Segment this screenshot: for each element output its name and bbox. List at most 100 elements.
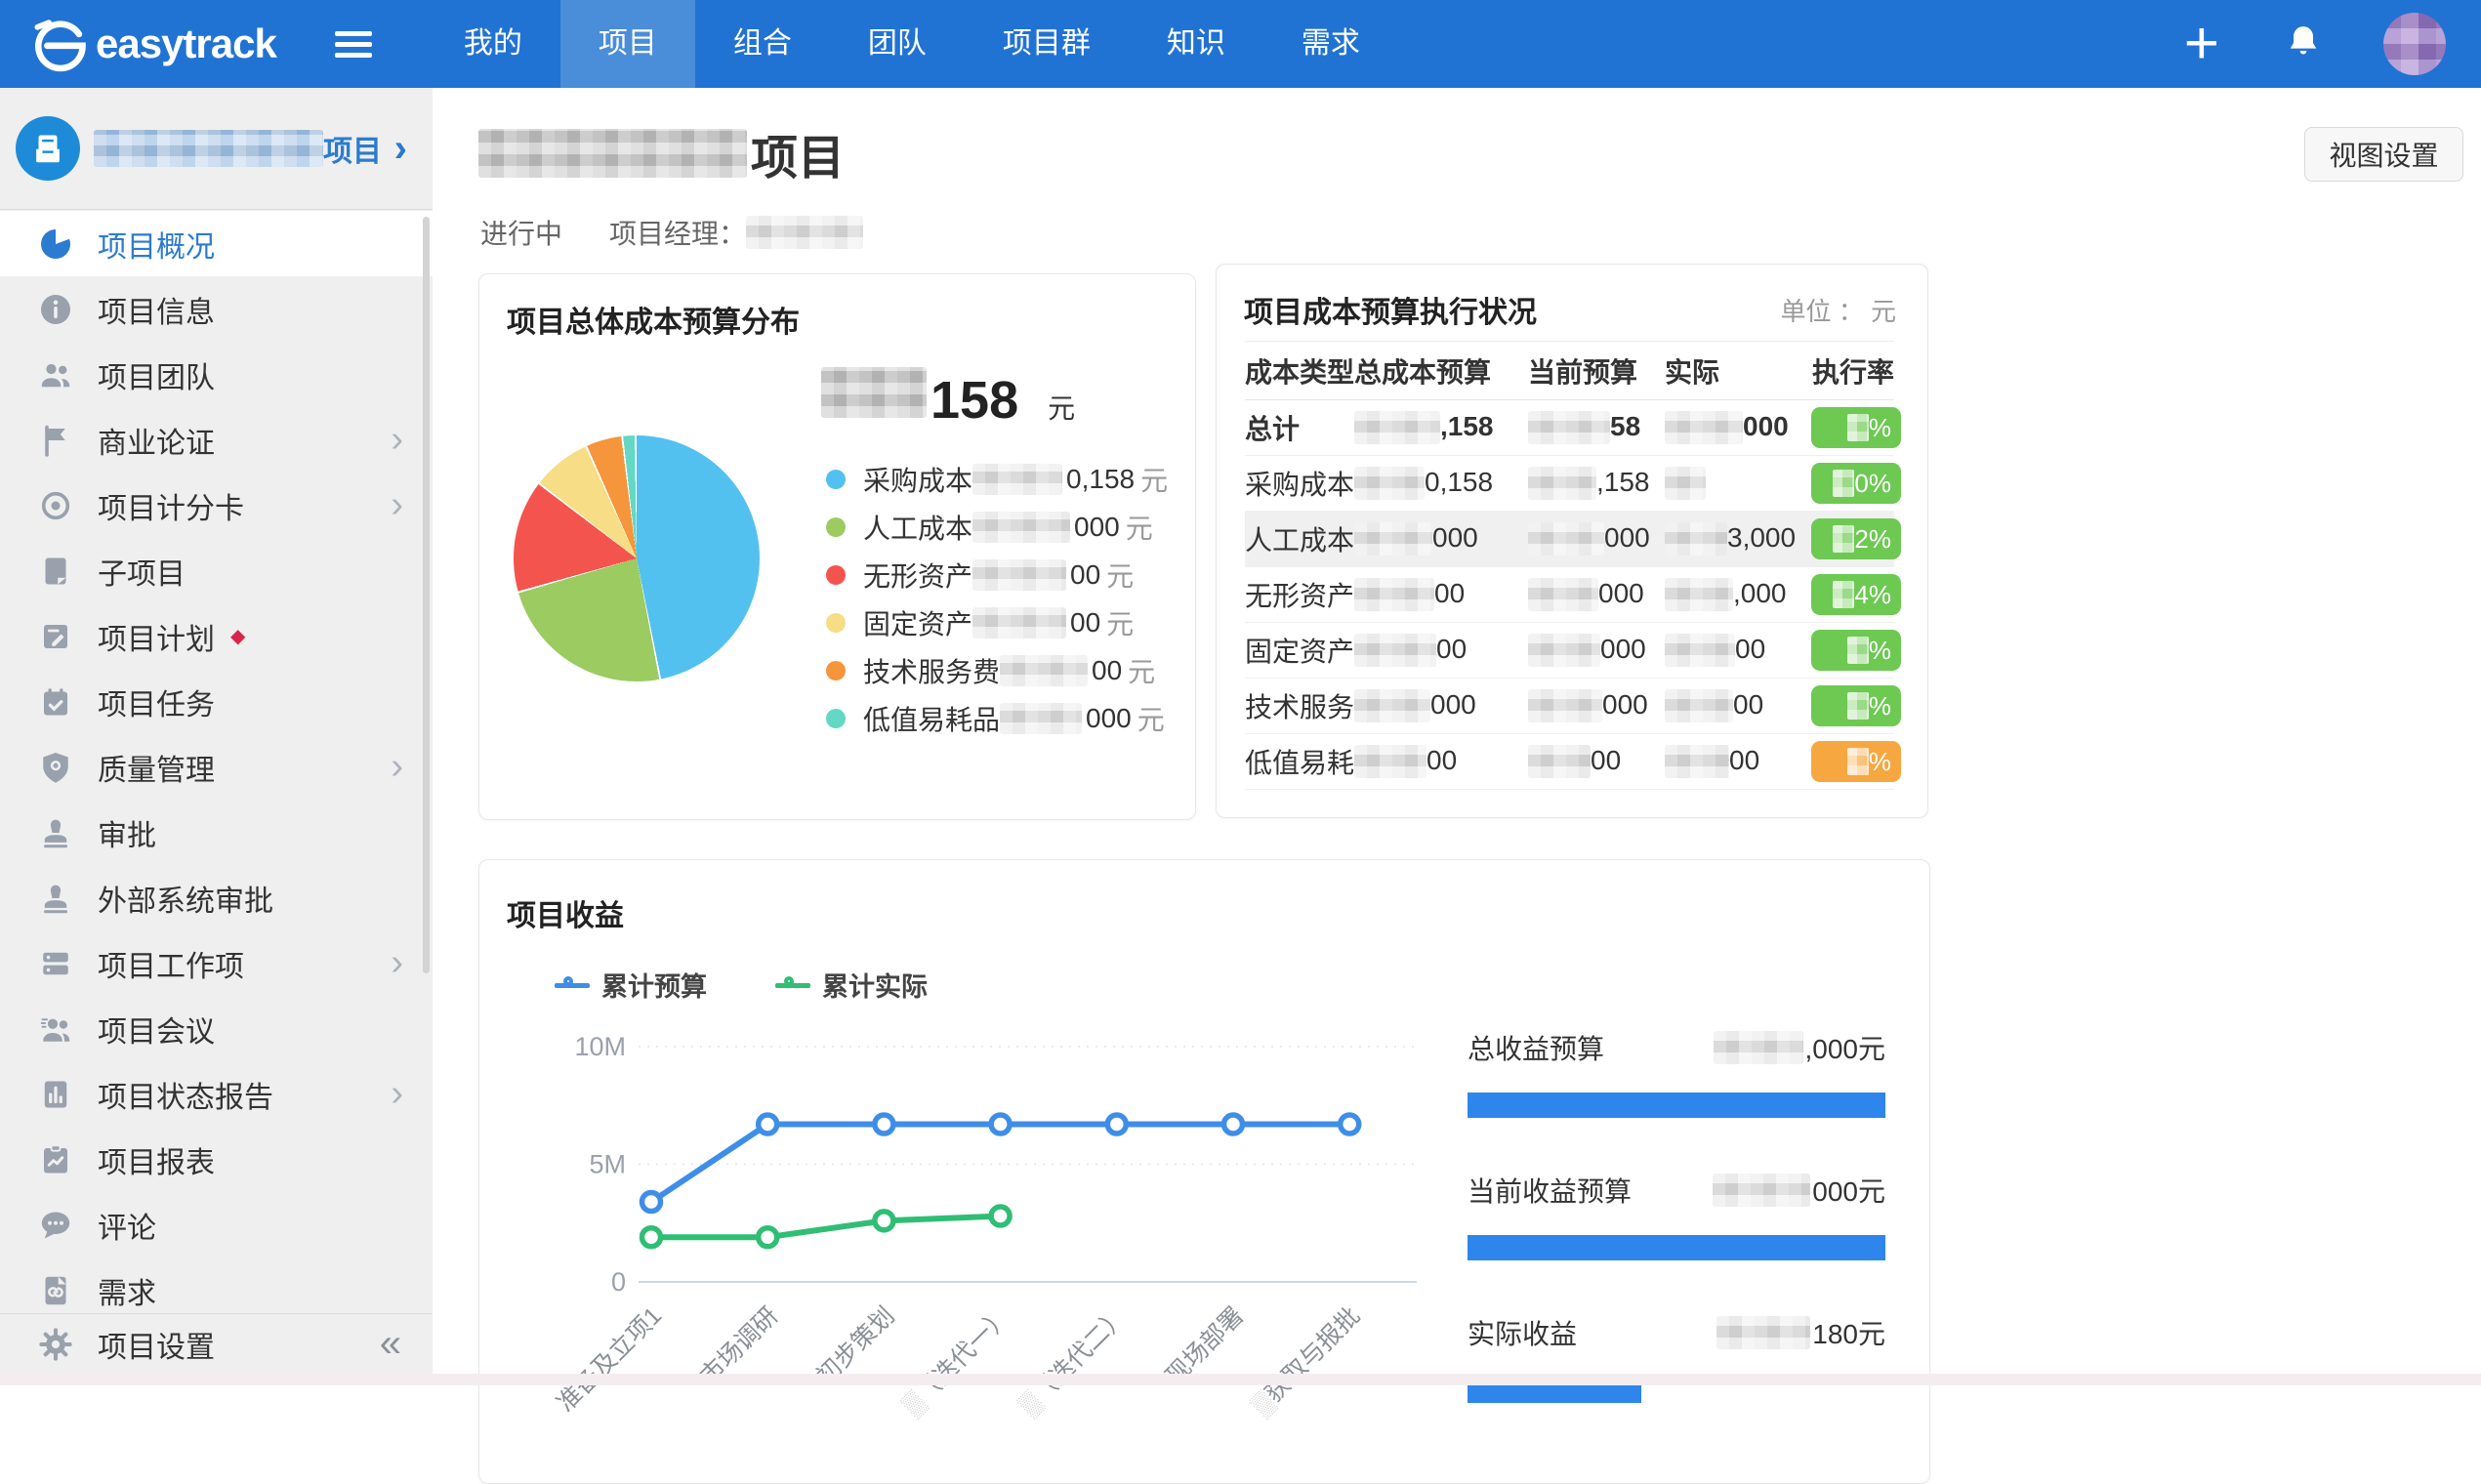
nav-tab-my[interactable]: 我的 xyxy=(426,0,560,88)
sidebar-item-scorecard[interactable]: 项目计分卡 › xyxy=(0,473,433,538)
notifications-bell-icon[interactable] xyxy=(2284,22,2323,66)
sidebar-item-workitems[interactable]: 项目工作项 › xyxy=(0,930,433,996)
table-row[interactable]: 采购成本 0,158 ,158 0% xyxy=(1245,456,1894,512)
sidebar-item-subproject[interactable]: 子项目 xyxy=(0,538,433,603)
cost-distribution-card: 项目总体成本预算分布 158 元 采购成本 0,158元 人工成本 000元 无… xyxy=(478,273,1196,820)
nav-tab-program[interactable]: 项目群 xyxy=(965,0,1129,88)
svg-text:▒（迭代一）: ▒（迭代一） xyxy=(898,1301,1016,1420)
status-badge: 进行中 xyxy=(480,213,562,252)
legend-item-actual[interactable]: 累计实际 xyxy=(775,966,928,1004)
chevron-right-icon: › xyxy=(391,419,403,461)
user-avatar[interactable] xyxy=(2383,13,2446,75)
nav-tab-knowledge[interactable]: 知识 xyxy=(1129,0,1263,88)
work-items-icon xyxy=(37,945,74,982)
execution-rate-badge: % xyxy=(1811,741,1901,782)
table-header-row: 成本类型 总成本预算 当前预算 实际 执行率 xyxy=(1245,342,1894,400)
project-expand-chevron-icon[interactable]: › xyxy=(394,127,407,171)
stat-current-income-budget: 当前收益预算 000元 xyxy=(1468,1171,1885,1260)
sidebar-item-comments[interactable]: 评论 xyxy=(0,1192,433,1257)
table-row[interactable]: 人工成本 000 000 3,000 2% xyxy=(1245,512,1894,567)
chevron-right-icon: › xyxy=(391,1073,403,1115)
chevron-right-icon: › xyxy=(391,942,403,984)
nav-tab-demand[interactable]: 需求 xyxy=(1263,0,1398,88)
sidebar-item-team[interactable]: 项目团队 xyxy=(0,342,433,407)
nav-tab-project[interactable]: 项目 xyxy=(560,0,695,88)
chevron-right-icon: › xyxy=(391,484,403,526)
shield-icon xyxy=(37,749,74,786)
execution-rate-badge: 4% xyxy=(1811,574,1901,615)
horizontal-scrollbar[interactable] xyxy=(0,1374,2481,1385)
sidebar-item-quality[interactable]: 质量管理 › xyxy=(0,734,433,800)
sidebar-item-status-report[interactable]: 项目状态报告 › xyxy=(0,1061,433,1127)
legend-item[interactable]: 采购成本 0,158元 xyxy=(826,455,1131,503)
legend-item[interactable]: 人工成本 000元 xyxy=(826,503,1131,551)
easytrack-logo-icon xyxy=(31,16,88,72)
sidebar-item-approval[interactable]: 审批 xyxy=(0,800,433,865)
legend-dot-icon xyxy=(826,709,846,728)
sidebar-item-reports[interactable]: 项目报表 xyxy=(0,1127,433,1192)
app-logo[interactable]: easytrack xyxy=(31,16,276,72)
menu-hamburger-icon[interactable] xyxy=(335,25,372,63)
legend-item[interactable]: 低值易耗品 000元 xyxy=(826,694,1131,742)
budget-execution-card: 项目成本预算执行状况 单位 ： 元 成本类型 总成本预算 当前预算 实际 执行率… xyxy=(1216,264,1928,818)
sidebar-item-settings[interactable]: 项目设置 « xyxy=(0,1313,433,1374)
legend-item-budget[interactable]: 累计预算 xyxy=(555,966,707,1004)
create-plus-icon[interactable]: + xyxy=(2184,15,2219,73)
line-marker-icon xyxy=(555,975,590,995)
page-title: 项目 xyxy=(478,119,845,187)
sidebar-item-plan[interactable]: 项目计划 ◆ xyxy=(0,603,433,669)
sidebar-scrollbar[interactable] xyxy=(423,217,430,973)
sidebar-item-external-approval[interactable]: 外部系统审批 xyxy=(0,865,433,930)
sidebar-item-tasks[interactable]: 项目任务 xyxy=(0,669,433,734)
legend-dot-icon xyxy=(826,661,846,680)
execution-rate-badge: % xyxy=(1811,630,1901,671)
flag-icon xyxy=(37,422,74,459)
stat-actual-income: 实际收益 180元 xyxy=(1468,1313,1885,1403)
manager-label: 项目经理： xyxy=(609,213,746,252)
sidebar-item-requirements[interactable]: 需求 xyxy=(0,1257,433,1313)
project-switcher[interactable]: 项目 › xyxy=(0,88,433,210)
primary-nav: 我的 项目 组合 团队 项目群 知识 需求 xyxy=(426,0,1398,88)
income-stats: 总收益预算 ,000元 当前收益预算 000元 实际收益 180元 xyxy=(1468,1028,1885,1456)
project-status-row: 进行中 项目经理： xyxy=(480,213,863,252)
table-row[interactable]: 无形资产 00 000 ,000 4% xyxy=(1245,567,1894,623)
view-settings-button[interactable]: 视图设置 xyxy=(2304,127,2463,182)
main-content: 项目 视图设置 进行中 项目经理： 项目总体成本预算分布 158 元 采购成本 … xyxy=(433,88,2481,1385)
info-icon xyxy=(37,291,74,328)
table-row[interactable]: 固定资产 00 000 00 % xyxy=(1245,623,1894,679)
logo-text: easytrack xyxy=(96,21,276,67)
sidebar-item-business-case[interactable]: 商业论证 › xyxy=(0,407,433,473)
svg-text:▒获取与报批: ▒获取与报批 xyxy=(1248,1301,1366,1420)
legend-item[interactable]: 固定资产 00元 xyxy=(826,598,1131,646)
execution-rate-badge: 2% xyxy=(1811,518,1901,559)
table-row[interactable]: 技术服务费 000 000 00 % xyxy=(1245,679,1894,734)
sidebar-item-info[interactable]: 项目信息 xyxy=(0,276,433,342)
nav-tab-team[interactable]: 团队 xyxy=(830,0,965,88)
income-chart-legend: 累计预算 累计实际 xyxy=(555,966,996,1004)
table-row[interactable]: 总计 ,158 58 000 % xyxy=(1245,400,1894,456)
legend-item[interactable]: 技术服务费 00元 xyxy=(826,646,1131,694)
table-row[interactable]: 低值易耗品 00 00 00 % xyxy=(1245,734,1894,790)
cost-pie-chart[interactable] xyxy=(514,435,760,681)
card-title: 项目成本预算执行状况 xyxy=(1244,288,1537,331)
unit-label: 单位 ： 元 xyxy=(1781,292,1896,328)
sidebar-menu: 项目概况 项目信息 项目团队 商业论证 › xyxy=(0,211,433,1313)
income-line-chart[interactable]: 05M10M准备及立项1市场调研初步策划▒（迭代一）▒（迭代二）现场部署▒获取与… xyxy=(479,1007,1456,1417)
report-chart-icon xyxy=(37,1141,74,1178)
target-icon xyxy=(37,487,74,524)
legend-item[interactable]: 无形资产 00元 xyxy=(826,551,1131,598)
stat-total-income-budget: 总收益预算 ,000元 xyxy=(1468,1028,1885,1118)
stamp-icon xyxy=(37,814,74,851)
legend-dot-icon xyxy=(826,517,846,537)
budget-table: 成本类型 总成本预算 当前预算 实际 执行率 总计 ,158 58 000 % … xyxy=(1245,341,1894,790)
svg-text:10M: 10M xyxy=(574,1032,626,1061)
top-navbar: easytrack 我的 项目 组合 团队 项目群 知识 需求 + xyxy=(0,0,2481,88)
collapse-sidebar-icon[interactable]: « xyxy=(380,1322,401,1366)
execution-rate-badge: % xyxy=(1811,685,1901,726)
meeting-icon xyxy=(37,1010,74,1048)
sidebar-item-meetings[interactable]: 项目会议 xyxy=(0,996,433,1061)
execution-rate-badge: 0% xyxy=(1811,463,1901,504)
nav-tab-portfolio[interactable]: 组合 xyxy=(695,0,830,88)
card-title: 项目收益 xyxy=(507,891,624,934)
sidebar-item-overview[interactable]: 项目概况 xyxy=(0,211,433,276)
